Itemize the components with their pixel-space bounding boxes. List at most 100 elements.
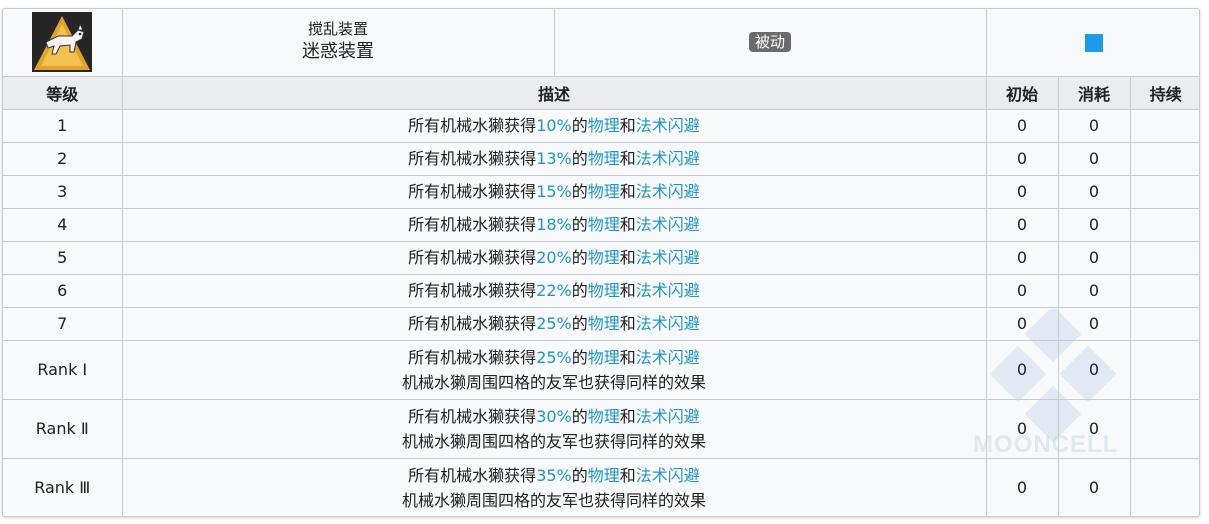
desc-percentage: 20%	[536, 248, 572, 267]
skill-table: 搅乱装置 迷惑装置 被动 等级 描述 初始 消耗 持续 1 所有机械水獭获得10%…	[3, 9, 1199, 516]
keyword-physical: 物理	[587, 116, 620, 135]
table-row: 6 所有机械水獭获得22%的物理和法术闪避 0 0	[3, 273, 1199, 308]
duration-cell	[1129, 174, 1199, 209]
keyword-physical: 物理	[587, 347, 620, 367]
desc-text: 的	[571, 149, 588, 168]
desc-text: 所有机械水獭获得	[408, 149, 537, 168]
keyword-arts-dodge: 法术闪避	[635, 116, 700, 135]
desc-text: 和	[619, 149, 636, 168]
keyword-arts-dodge: 法术闪避	[635, 281, 700, 300]
table-row: Rank Ⅱ 所有机械水獭获得30%的物理和法术闪避 机械水獭周围四格的友军也获得同…	[3, 398, 1199, 459]
desc-text: 所有机械水獭获得	[408, 465, 537, 485]
description-cell: 所有机械水獭获得10%的物理和法术闪避	[121, 109, 987, 143]
keyword-physical: 物理	[587, 182, 620, 201]
desc-text: 和	[619, 248, 636, 267]
duration-cell	[1129, 457, 1199, 516]
desc-text: 和	[619, 406, 636, 426]
keyword-arts-dodge: 法术闪避	[635, 406, 700, 426]
table-row: 2 所有机械水獭获得13%的物理和法术闪避 0 0	[3, 141, 1199, 176]
desc-text: 所有机械水獭获得	[408, 406, 537, 426]
col-header-duration: 持续	[1129, 75, 1199, 110]
description-cell: 所有机械水獭获得15%的物理和法术闪避	[121, 174, 987, 209]
keyword-physical: 物理	[587, 281, 620, 300]
desc-text: 的	[571, 215, 588, 234]
cost-cell: 0	[1057, 141, 1131, 176]
description-line-1: 所有机械水獭获得22%的物理和法术闪避	[123, 278, 986, 303]
description-line-1: 所有机械水獭获得20%的物理和法术闪避	[123, 245, 986, 270]
desc-text: 的	[571, 281, 588, 300]
col-header-description: 描述	[121, 75, 987, 110]
desc-text: 的	[571, 314, 588, 333]
initial-cell: 0	[985, 306, 1059, 341]
desc-percentage: 22%	[536, 281, 572, 300]
description-line-1: 所有机械水獭获得10%的物理和法术闪避	[123, 113, 986, 138]
initial-cell: 0	[985, 109, 1059, 143]
level-cell: 1	[3, 109, 123, 143]
table-row: Rank Ⅲ 所有机械水獭获得35%的物理和法术闪避 机械水獭周围四格的友军也获得同…	[3, 457, 1199, 516]
description-cell: 所有机械水獭获得30%的物理和法术闪避 机械水獭周围四格的友军也获得同样的效果	[121, 398, 987, 459]
desc-text: 所有机械水獭获得	[408, 116, 537, 135]
keyword-arts-dodge: 法术闪避	[635, 182, 700, 201]
desc-percentage: 10%	[536, 116, 572, 135]
desc-text: 和	[619, 116, 636, 135]
desc-text: 和	[619, 347, 636, 367]
initial-cell: 0	[985, 141, 1059, 176]
keyword-physical: 物理	[587, 465, 620, 485]
duration-cell	[1129, 398, 1199, 459]
desc-text: 的	[571, 182, 588, 201]
level-cell: 3	[3, 174, 123, 209]
desc-text: 的	[571, 248, 588, 267]
cost-cell: 0	[1057, 240, 1131, 275]
description-line-1: 所有机械水獭获得25%的物理和法术闪避	[123, 311, 986, 336]
desc-text: 所有机械水獭获得	[408, 215, 537, 234]
desc-text: 和	[619, 281, 636, 300]
level-cell: Rank Ⅰ	[3, 339, 123, 400]
col-header-initial: 初始	[985, 75, 1059, 110]
desc-percentage: 25%	[536, 314, 572, 333]
table-row: Rank Ⅰ 所有机械水獭获得25%的物理和法术闪避 机械水獭周围四格的友军也获得同…	[3, 339, 1199, 400]
keyword-physical: 物理	[587, 149, 620, 168]
initial-cell: 0	[985, 207, 1059, 242]
description-line-1: 所有机械水獭获得25%的物理和法术闪避	[123, 345, 986, 370]
cost-cell: 0	[1057, 306, 1131, 341]
table-row: 3 所有机械水獭获得15%的物理和法术闪避 0 0	[3, 174, 1199, 209]
duration-cell	[1129, 240, 1199, 275]
initial-cell: 0	[985, 240, 1059, 275]
duration-cell	[1129, 141, 1199, 176]
level-cell: 7	[3, 306, 123, 341]
keyword-arts-dodge: 法术闪避	[635, 347, 700, 367]
keyword-arts-dodge: 法术闪避	[635, 465, 700, 485]
level-cell: 2	[3, 141, 123, 176]
description-line-1: 所有机械水獭获得15%的物理和法术闪避	[123, 179, 986, 204]
initial-cell: 0	[985, 398, 1059, 459]
initial-cell: 0	[985, 174, 1059, 209]
description-line-1: 所有机械水獭获得18%的物理和法术闪避	[123, 212, 986, 237]
level-rows: 1 所有机械水獭获得10%的物理和法术闪避 0 0 2 所有机械水獭获得13%的物理和法术…	[3, 109, 1199, 516]
keyword-arts-dodge: 法术闪避	[635, 149, 700, 168]
duration-cell	[1129, 207, 1199, 242]
desc-percentage: 35%	[536, 465, 572, 485]
level-cell: 4	[3, 207, 123, 242]
keyword-arts-dodge: 法术闪避	[635, 314, 700, 333]
keyword-physical: 物理	[587, 314, 620, 333]
duration-cell	[1129, 339, 1199, 400]
level-cell: 5	[3, 240, 123, 275]
desc-percentage: 13%	[536, 149, 572, 168]
desc-text: 和	[619, 465, 636, 485]
skill-icon	[32, 12, 93, 73]
desc-text: 的	[571, 347, 588, 367]
description-line-1: 所有机械水獭获得30%的物理和法术闪避	[123, 404, 986, 429]
desc-percentage: 25%	[536, 347, 572, 367]
description-line-1: 所有机械水獭获得35%的物理和法术闪避	[123, 463, 986, 488]
keyword-arts-dodge: 法术闪避	[635, 248, 700, 267]
desc-percentage: 30%	[536, 406, 572, 426]
duration-cell	[1129, 273, 1199, 308]
cost-cell: 0	[1057, 339, 1131, 400]
description-line-2: 机械水獭周围四格的友军也获得同样的效果	[401, 431, 706, 451]
description-cell: 所有机械水獭获得25%的物理和法术闪避 机械水獭周围四格的友军也获得同样的效果	[121, 339, 987, 400]
skill-icon-cell	[3, 9, 123, 77]
keyword-physical: 物理	[587, 215, 620, 234]
duration-cell	[1129, 109, 1199, 143]
keyword-physical: 物理	[587, 248, 620, 267]
initial-cell: 0	[985, 457, 1059, 516]
